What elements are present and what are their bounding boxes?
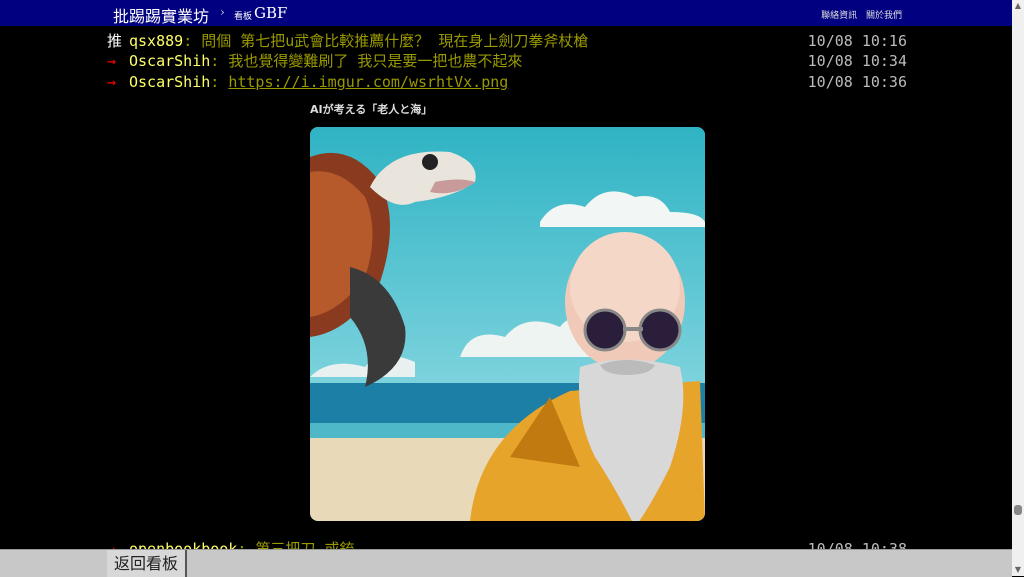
push-time: 10/08 10:16 xyxy=(807,32,907,50)
push-row: → OscarShih: https://i.imgur.com/wsrhtVx.… xyxy=(107,72,907,92)
site-brand-link[interactable]: 批踢踢實業坊 xyxy=(113,3,209,27)
image-link[interactable]: https://i.imgur.com/wsrhtVx.png xyxy=(228,73,508,91)
bottom-bar: 返回看板 xyxy=(0,549,1012,577)
push-tag: → xyxy=(107,73,117,91)
push-time: 10/08 10:34 xyxy=(807,52,907,70)
scroll-up-icon[interactable]: ▲ xyxy=(1012,0,1024,12)
board-prefix: 看板 xyxy=(234,12,253,22)
old-man-and-sea-illustration xyxy=(310,127,705,521)
push-row: 推 qsx889: 問個 第七把u武會比較推薦什麼？ 現在身上劍刀拳斧杖槍 10/… xyxy=(107,31,907,51)
scroll-thumb[interactable] xyxy=(1014,505,1022,515)
scrollbar[interactable]: ▲ ▼ xyxy=(1012,0,1024,576)
back-to-board-button[interactable]: 返回看板 xyxy=(107,550,187,577)
push-content: : https://i.imgur.com/wsrhtVx.png xyxy=(210,73,509,91)
embedded-image[interactable] xyxy=(310,127,705,521)
push-tag: → xyxy=(107,52,117,70)
push-time: 10/08 10:36 xyxy=(807,73,907,91)
scroll-down-icon[interactable]: ▼ xyxy=(1012,564,1024,576)
board-name-link[interactable]: GBF xyxy=(254,4,287,22)
push-user: qsx889 xyxy=(129,32,184,50)
about-link[interactable]: 關於我們 xyxy=(866,11,902,21)
push-content: : 問個 第七把u武會比較推薦什麼？ 現在身上劍刀拳斧杖槍 xyxy=(183,32,589,50)
push-user: OscarShih xyxy=(129,73,211,91)
push-content: : 我也覺得變難刷了 我只是要一把也農不起來 xyxy=(210,52,523,70)
push-tag: 推 xyxy=(107,32,123,50)
push-user: OscarShih xyxy=(129,52,211,70)
contact-link[interactable]: 聯絡資訊 xyxy=(821,11,857,21)
breadcrumb-separator: › xyxy=(220,5,225,19)
image-caption: AIが考える「老人と海」 xyxy=(310,103,433,116)
push-row: → OscarShih: 我也覺得變難刷了 我只是要一把也農不起來 10/08 1… xyxy=(107,51,907,71)
top-right-links: 聯絡資訊 關於我們 xyxy=(815,8,902,21)
top-bar: 批踢踢實業坊 › 看板 GBF 聯絡資訊 關於我們 xyxy=(0,0,1012,26)
